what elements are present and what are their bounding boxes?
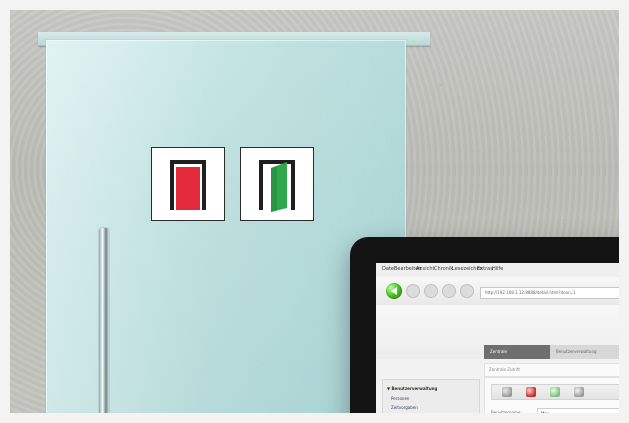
- menu-item-help[interactable]: Hilfe: [492, 266, 503, 272]
- edit-icon[interactable]: [550, 387, 560, 397]
- laptop: Datei Bearbeiten Ansicht Chronik Lesezei…: [350, 237, 629, 423]
- sidebar-item-zeitvorgaben[interactable]: Zeitvorgaben: [391, 405, 418, 410]
- address-text: http://192.168.1.12:8888/detail.html?doo…: [485, 290, 576, 295]
- refresh-icon[interactable]: [424, 284, 438, 298]
- stop-icon[interactable]: [442, 284, 456, 298]
- sidebar-section-benutzerverwaltung[interactable]: ▼ Benutzerverwaltung: [387, 386, 437, 391]
- subheader-text: Zentrale Zutritt: [489, 367, 520, 372]
- tab-benutzerverwaltung[interactable]: Benutzerverwaltung: [550, 345, 629, 359]
- door-closed-icon-box: [151, 147, 225, 221]
- tab-zentrale[interactable]: Zentrale: [484, 345, 550, 359]
- menu-item-view[interactable]: Ansicht: [416, 266, 434, 272]
- browser-toolbar: http://192.168.1.12:8888/detail.html?doo…: [376, 277, 629, 306]
- delete-icon[interactable]: [526, 387, 536, 397]
- subheader: Zentrale Zutritt: [484, 363, 629, 377]
- laptop-screen: Datei Bearbeiten Ansicht Chronik Lesezei…: [376, 263, 629, 423]
- username-value: Max: [541, 411, 550, 416]
- door-open-icon: [259, 160, 295, 212]
- home-icon[interactable]: [460, 284, 474, 298]
- web-app-content: Zentrale Benutzerverwaltung Zentrale Zut…: [376, 305, 629, 423]
- username-label: Benutzername:: [491, 410, 522, 415]
- settings-icon[interactable]: [574, 387, 584, 397]
- browser-menubar: Datei Bearbeiten Ansicht Chronik Lesezei…: [376, 263, 629, 278]
- address-bar[interactable]: http://192.168.1.12:8888/detail.html?doo…: [480, 287, 627, 299]
- sidebar-item-personen[interactable]: Personen: [391, 396, 409, 401]
- door-handle: [99, 228, 109, 423]
- menu-item-history[interactable]: Chronik: [434, 266, 453, 272]
- sidebar-item-zeitprofile[interactable]: Zeitprofile: [391, 414, 412, 419]
- action-icon-strip: [491, 384, 626, 400]
- app-sidebar: ▼ Benutzerverwaltung Personen Zeitvorgab…: [382, 379, 480, 423]
- back-icon[interactable]: [386, 283, 402, 299]
- form-row-username: Benutzername: Max: [491, 408, 625, 419]
- search-icon[interactable]: [502, 387, 512, 397]
- door-closed-icon: [170, 160, 206, 210]
- menu-item-tools[interactable]: Extras: [477, 266, 493, 272]
- main-panel: Benutzername: Max: [484, 377, 629, 423]
- forward-icon[interactable]: [406, 284, 420, 298]
- app-tabs: Zentrale Benutzerverwaltung: [484, 345, 629, 359]
- username-input[interactable]: Max: [537, 408, 625, 419]
- door-open-icon-box: [240, 147, 314, 221]
- scene: Datei Bearbeiten Ansicht Chronik Lesezei…: [0, 0, 629, 423]
